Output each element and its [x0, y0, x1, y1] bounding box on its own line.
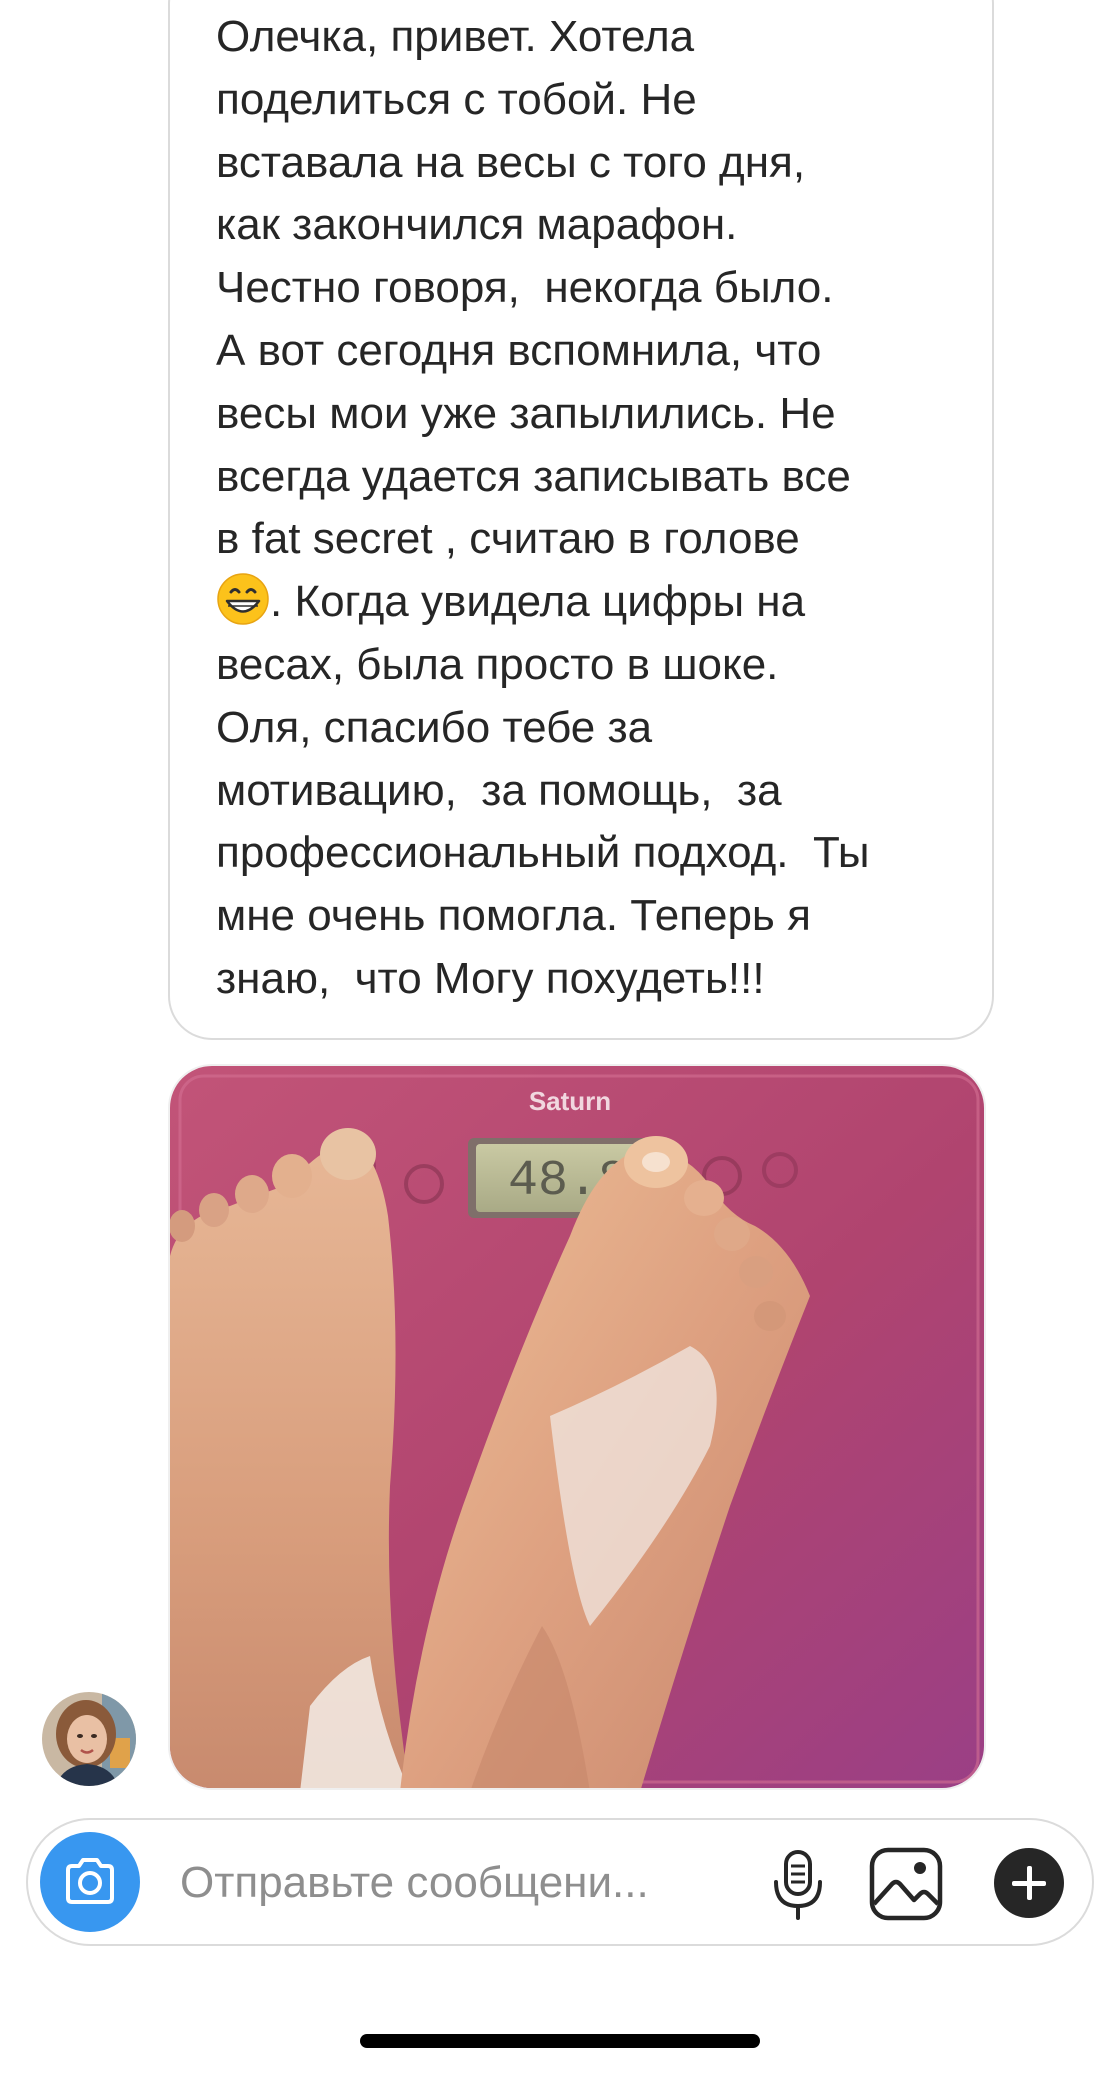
microphone-icon[interactable]: [768, 1844, 828, 1924]
plus-button[interactable]: [994, 1848, 1064, 1918]
scale-photo: Saturn 48.8: [170, 1066, 984, 1788]
message-text-part-1: Олечка, привет. Хотела поделиться с тобо…: [216, 12, 851, 564]
message-text: Олечка, привет. Хотела поделиться с тобо…: [216, 6, 976, 1011]
home-indicator[interactable]: [360, 2034, 760, 2048]
camera-icon: [66, 1858, 114, 1904]
avatar[interactable]: [42, 1692, 136, 1786]
photo-message[interactable]: Saturn 48.8: [168, 1064, 986, 1790]
avatar-image: [42, 1692, 136, 1786]
grinning-emoji-icon: [217, 573, 269, 625]
camera-button[interactable]: [40, 1832, 140, 1932]
message-composer: [26, 1818, 1094, 1946]
message-input[interactable]: [180, 1852, 740, 1914]
message-text-part-2: . Когда увидела цифры на весах, была про…: [216, 577, 870, 1003]
scale-brand: Saturn: [529, 1086, 611, 1116]
gallery-icon[interactable]: [868, 1846, 944, 1922]
